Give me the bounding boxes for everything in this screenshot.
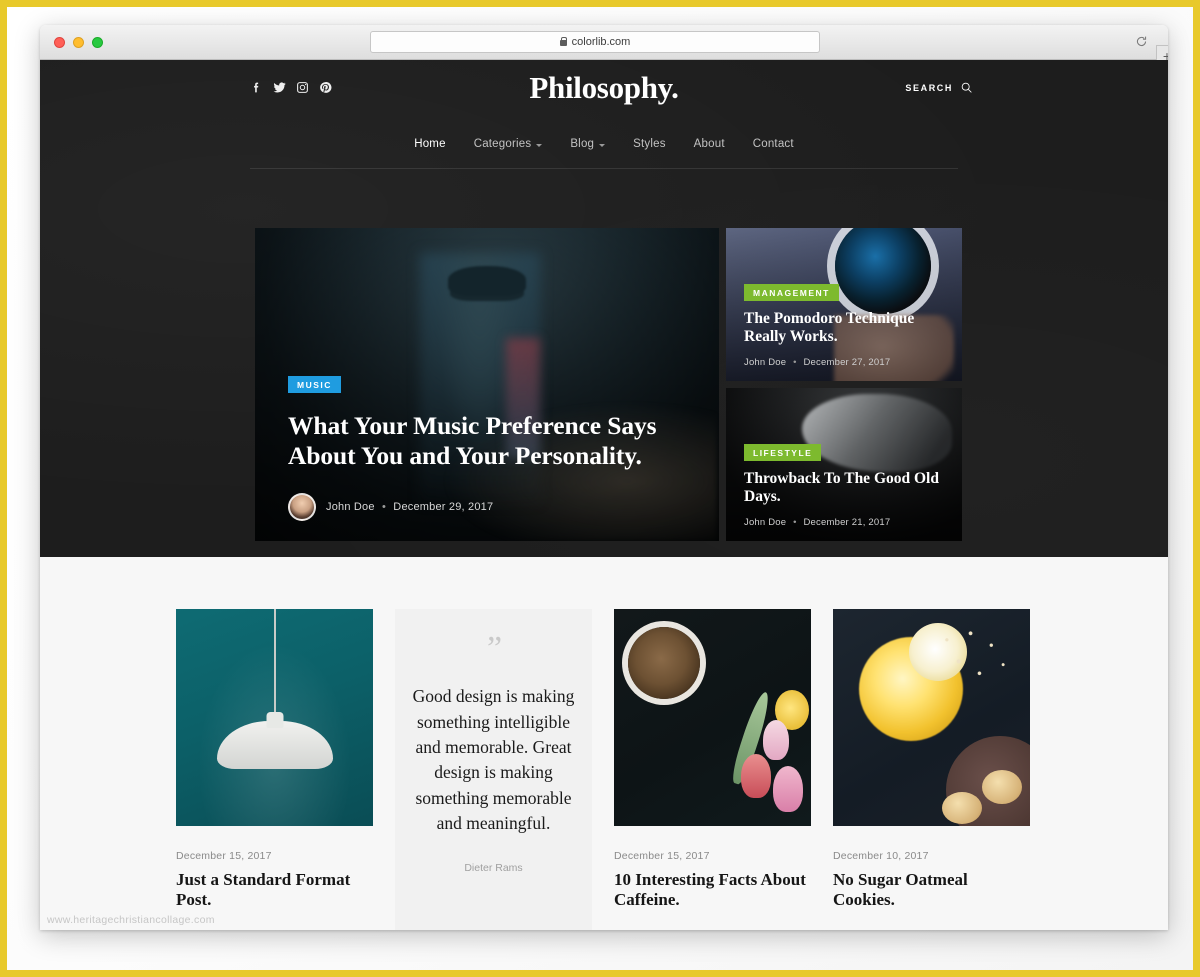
post-card-standard-1[interactable]: December 15, 2017 Just a Standard Format…	[176, 609, 373, 930]
featured-posts-grid: MUSIC What Your Music Preference Says Ab…	[255, 228, 962, 541]
nav-item-blog[interactable]: Blog	[570, 138, 606, 150]
screenshot-frame: colorlib.com + Philosophy	[0, 0, 1200, 977]
nav-item-styles[interactable]: Styles	[633, 138, 666, 150]
hero-section: Philosophy. SEARCH Home Categories Blog …	[40, 60, 1168, 557]
featured-post-title[interactable]: Throwback To The Good Old Days.	[744, 470, 948, 507]
oat-crumbs	[938, 629, 1012, 683]
search-label: SEARCH	[905, 82, 953, 93]
hero-image-hat	[448, 266, 526, 296]
cookie	[982, 770, 1022, 804]
coffee-cup	[628, 627, 700, 699]
search-button[interactable]: SEARCH	[905, 81, 973, 94]
minimize-window-button[interactable]	[73, 37, 84, 48]
tulip-red	[741, 754, 771, 798]
post-date: December 27, 2017	[803, 357, 891, 368]
nav-label: Categories	[473, 138, 532, 150]
post-thumbnail[interactable]	[176, 609, 373, 826]
category-badge[interactable]: MUSIC	[288, 376, 341, 394]
post-date: December 10, 2017	[833, 850, 929, 862]
twitter-icon[interactable]	[273, 81, 286, 94]
watermark: www.heritagechristiancollage.com	[47, 914, 215, 926]
nav-label: Styles	[633, 138, 666, 150]
post-card-standard-3[interactable]: December 10, 2017 No Sugar Oatmeal Cooki…	[833, 609, 1030, 930]
featured-post-card-2-content: LIFESTYLE Throwback To The Good Old Days…	[744, 443, 948, 528]
instagram-icon[interactable]	[296, 81, 309, 94]
nav-label: Home	[414, 138, 446, 150]
nav-item-categories[interactable]: Categories	[474, 138, 543, 150]
quote-author: Dieter Rams	[464, 862, 523, 875]
tulip-pink	[773, 766, 803, 812]
post-date: December 15, 2017	[614, 850, 710, 862]
maximize-window-button[interactable]	[92, 37, 103, 48]
post-title[interactable]: No Sugar Oatmeal Cookies.	[833, 870, 1030, 910]
post-excerpt: Lorem ipsum Sed eiusmod esse	[176, 927, 373, 930]
post-author[interactable]: John Doe	[326, 501, 375, 513]
posts-section: December 15, 2017 Just a Standard Format…	[40, 557, 1168, 930]
meta-separator: •	[793, 517, 797, 528]
nav-label: Blog	[570, 138, 595, 150]
post-meta: John Doe • December 29, 2017	[288, 493, 691, 521]
cookie	[942, 792, 982, 824]
featured-post-card-1[interactable]: MANAGEMENT The Pomodoro Technique Really…	[726, 228, 962, 381]
search-icon[interactable]	[960, 81, 973, 94]
category-badge[interactable]: LIFESTYLE	[744, 443, 822, 461]
featured-post-main[interactable]: MUSIC What Your Music Preference Says Ab…	[255, 228, 719, 541]
meta-text: John Doe • December 27, 2017	[744, 357, 948, 368]
quote-text: Good design is making something intellig…	[412, 686, 575, 834]
post-card-standard-2[interactable]: December 15, 2017 10 Interesting Facts A…	[614, 609, 811, 930]
post-title[interactable]: Just a Standard Format Post.	[176, 870, 373, 910]
featured-post-title[interactable]: What Your Music Preference Says About Yo…	[288, 411, 691, 471]
nav-item-home[interactable]: Home	[414, 138, 445, 150]
avatar	[288, 493, 316, 521]
lamp-cord	[273, 609, 276, 727]
meta-separator: •	[381, 501, 387, 513]
posts-row: December 15, 2017 Just a Standard Format…	[40, 609, 1168, 930]
post-excerpt: Lorem ipsum Sed eiusmod esse aliqua sed …	[614, 927, 811, 930]
social-links[interactable]	[250, 81, 332, 94]
post-card-quote[interactable]: ” Good design is making something intell…	[395, 609, 592, 930]
browser-titlebar: colorlib.com +	[40, 25, 1168, 67]
meta-separator: •	[793, 357, 797, 368]
nav-label: About	[693, 138, 725, 150]
address-bar[interactable]: colorlib.com	[370, 31, 820, 53]
site-header: Philosophy. SEARCH	[40, 60, 1168, 115]
meta-text: John Doe • December 29, 2017	[326, 501, 493, 513]
window-controls[interactable]	[54, 37, 103, 48]
tulip-pink-light	[763, 720, 789, 760]
post-date: December 15, 2017	[176, 850, 272, 862]
quote-mark-icon: ”	[486, 630, 502, 667]
post-date: December 21, 2017	[803, 517, 891, 528]
nav-item-about[interactable]: About	[694, 138, 725, 150]
header-divider	[250, 168, 958, 169]
url-text: colorlib.com	[571, 36, 631, 48]
featured-posts-side: MANAGEMENT The Pomodoro Technique Really…	[726, 228, 962, 541]
post-date: December 29, 2017	[393, 501, 494, 513]
post-title[interactable]: 10 Interesting Facts About Caffeine.	[614, 870, 811, 910]
browser-window: colorlib.com + Philosophy	[40, 25, 1168, 930]
nav-label: Contact	[752, 138, 794, 150]
lock-icon	[559, 36, 568, 46]
featured-post-main-content: MUSIC What Your Music Preference Says Ab…	[288, 375, 691, 521]
post-author[interactable]: John Doe	[744, 357, 786, 368]
category-badge[interactable]: MANAGEMENT	[744, 283, 839, 301]
post-excerpt: Lorem ipsum Sed eiusmod esse aliqua sed …	[833, 927, 1030, 930]
chevron-down-icon	[536, 143, 543, 147]
nav-item-contact[interactable]: Contact	[753, 138, 794, 150]
facebook-icon[interactable]	[250, 81, 263, 94]
lamp-shade	[216, 721, 333, 769]
post-thumbnail[interactable]	[833, 609, 1030, 826]
featured-post-card-2[interactable]: LIFESTYLE Throwback To The Good Old Days…	[726, 388, 962, 541]
post-author[interactable]: John Doe	[744, 517, 786, 528]
site-logo[interactable]: Philosophy.	[40, 70, 1168, 106]
close-window-button[interactable]	[54, 37, 65, 48]
pinterest-icon[interactable]	[319, 81, 332, 94]
featured-post-card-1-content: MANAGEMENT The Pomodoro Technique Really…	[744, 283, 948, 368]
website-viewport: Philosophy. SEARCH Home Categories Blog …	[40, 60, 1168, 930]
meta-text: John Doe • December 21, 2017	[744, 517, 948, 528]
post-thumbnail[interactable]	[614, 609, 811, 826]
featured-post-title[interactable]: The Pomodoro Technique Really Works.	[744, 310, 948, 347]
main-navigation[interactable]: Home Categories Blog Styles About Contac…	[40, 115, 1168, 150]
reload-icon[interactable]	[1135, 35, 1148, 48]
chevron-down-icon	[599, 143, 606, 147]
